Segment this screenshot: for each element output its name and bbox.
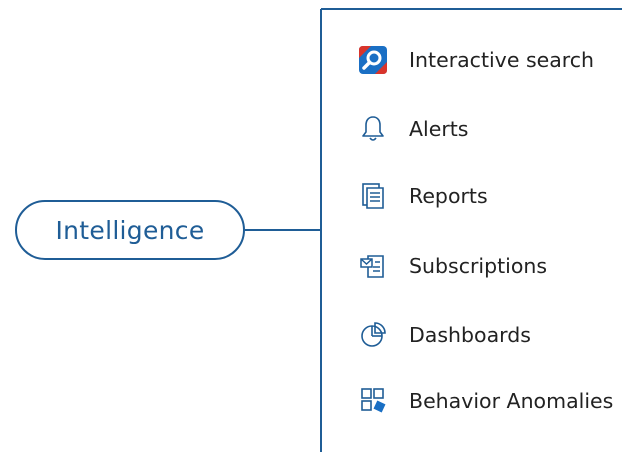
interactive-search-icon xyxy=(358,45,388,75)
intelligence-node: Intelligence xyxy=(15,200,245,260)
item-behavior-anomalies[interactable]: Behavior Anomalies xyxy=(358,381,620,421)
item-label-alerts: Alerts xyxy=(409,117,469,141)
item-interactive-search[interactable]: Interactive search xyxy=(358,40,620,80)
item-label-behavior-anomalies: Behavior Anomalies xyxy=(409,389,614,413)
item-subscriptions[interactable]: Subscriptions xyxy=(358,246,620,286)
intelligence-label: Intelligence xyxy=(55,215,205,245)
item-label-subscriptions: Subscriptions xyxy=(409,254,548,278)
anomaly-grid-icon xyxy=(358,386,388,416)
pie-chart-icon xyxy=(358,320,388,350)
item-dashboards[interactable]: Dashboards xyxy=(358,315,620,355)
item-reports[interactable]: Reports xyxy=(358,176,620,216)
item-label-reports: Reports xyxy=(409,184,488,208)
report-document-icon xyxy=(358,181,388,211)
item-label-dashboards: Dashboards xyxy=(409,323,531,347)
subscription-mail-icon xyxy=(358,251,388,281)
bell-icon xyxy=(358,114,388,144)
item-label-interactive-search: Interactive search xyxy=(409,48,595,72)
item-alerts[interactable]: Alerts xyxy=(358,109,620,149)
